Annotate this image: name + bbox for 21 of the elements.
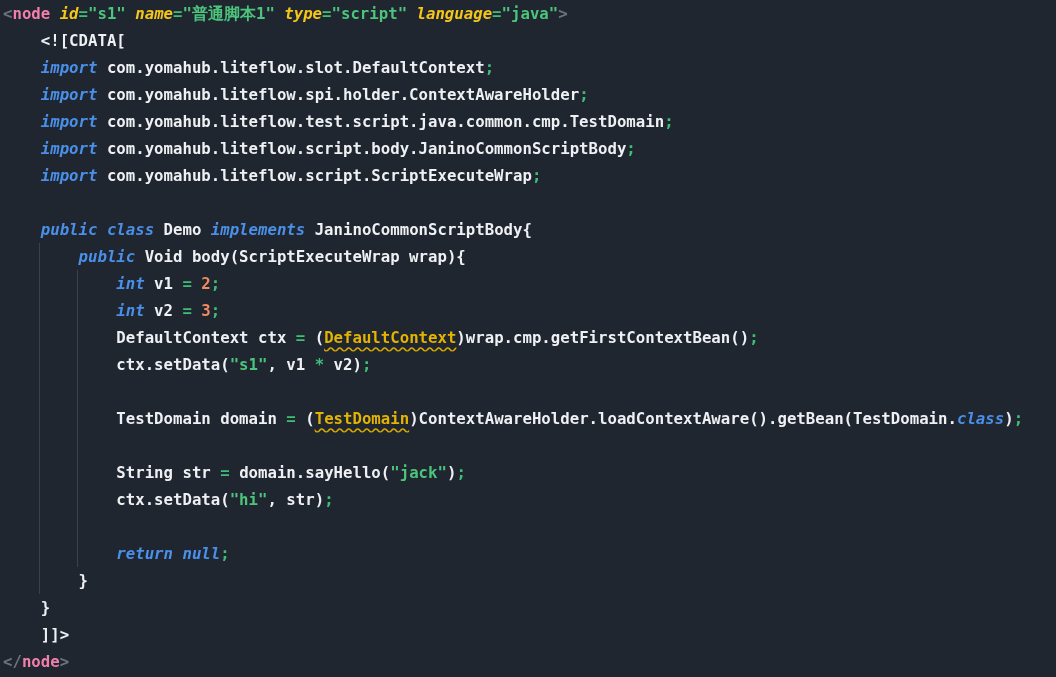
code-line: <node id="s1" name="普通脚本1" type="script" language="java"> xyxy=(3,4,568,23)
code-line: <![CDATA[ xyxy=(40,31,126,50)
code-line: public class Demo implements JaninoCommonScriptBody{ xyxy=(40,220,532,239)
code-line: int v1 = 2; xyxy=(116,274,221,293)
code-line: import com.yomahub.liteflow.script.body.JaninoCommonScriptBody; xyxy=(40,139,636,158)
code-line: int v2 = 3; xyxy=(116,301,221,320)
code-line: } xyxy=(40,598,51,617)
code-line: String str = domain.sayHello("jack"); xyxy=(116,463,466,482)
code-line: ctx.setData("s1", v1 * v2); xyxy=(116,355,372,374)
code-line: } xyxy=(78,571,88,590)
code-line: import com.yomahub.liteflow.spi.holder.ContextAwareHolder; xyxy=(40,85,589,104)
code-line: import com.yomahub.liteflow.test.script.java.common.cmp.TestDomain; xyxy=(40,112,674,131)
code-line: import com.yomahub.liteflow.slot.DefaultContext; xyxy=(40,58,495,77)
code-line: TestDomain domain = (TestDomain)ContextAwareHolder.loadContextAware().getBean(TestDomain.class); xyxy=(116,409,1024,428)
code-line: return null; xyxy=(116,544,230,563)
code-line: DefaultContext ctx = (DefaultContext)wrap.cmp.getFirstContextBean(); xyxy=(116,328,759,347)
code-line: </node> xyxy=(3,652,70,671)
code-line: public Void body(ScriptExecuteWrap wrap){ xyxy=(78,247,466,266)
code-line: import com.yomahub.liteflow.script.ScriptExecuteWrap; xyxy=(40,166,542,185)
code-line: ctx.setData("hi", str); xyxy=(116,490,334,509)
code-line: ]]> xyxy=(40,625,70,644)
